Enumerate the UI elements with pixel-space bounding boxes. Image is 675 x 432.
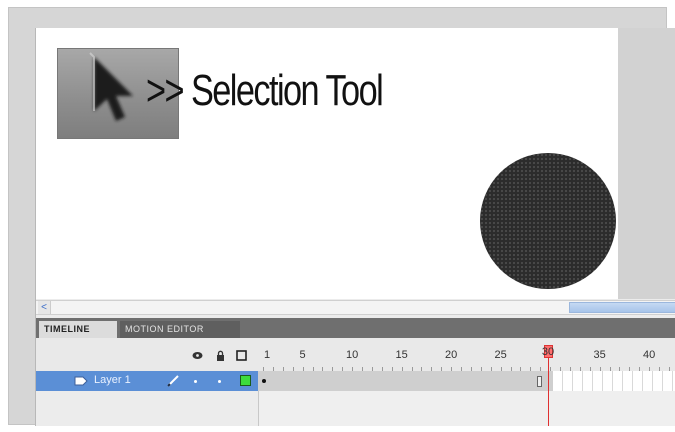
flash-workspace: >> Selection Tool < TIMELINE MOTION EDIT… [35, 28, 675, 426]
outline-icon[interactable] [236, 350, 247, 361]
lock-icon[interactable] [215, 350, 226, 361]
layer-name[interactable]: Layer 1 [94, 374, 131, 386]
ruler-label: 1 [263, 349, 271, 361]
horizontal-scrollbar[interactable]: < [36, 300, 675, 315]
ruler-label: 15 [395, 349, 408, 361]
scrollbar-thumb[interactable] [569, 302, 675, 313]
empty-frames[interactable] [553, 371, 675, 391]
frames-empty-area [258, 391, 675, 426]
tab-motion-editor[interactable]: MOTION EDITOR [120, 321, 240, 338]
playhead-line [548, 358, 549, 426]
stage[interactable]: >> Selection Tool [36, 28, 618, 299]
layer-frames[interactable] [258, 371, 675, 391]
ruler-label: 25 [494, 349, 507, 361]
keyframe-dot[interactable] [262, 379, 266, 383]
lock-dot[interactable] [218, 380, 221, 383]
panel-tabbar: TIMELINE MOTION EDITOR [36, 318, 675, 338]
ruler-label: 20 [444, 349, 458, 361]
scroll-left-icon[interactable]: < [38, 301, 51, 314]
tab-timeline[interactable]: TIMELINE [39, 321, 117, 338]
eye-icon[interactable] [192, 350, 203, 361]
visibility-dot[interactable] [194, 380, 197, 383]
circle-shape[interactable] [480, 153, 616, 289]
tool-title: >> Selection Tool [146, 66, 384, 115]
layer-icon [74, 376, 88, 386]
ruler-label: 40 [642, 349, 656, 361]
pasteboard [618, 28, 675, 299]
outline-color-swatch[interactable] [240, 375, 251, 386]
ruler-label: 10 [345, 349, 359, 361]
end-frame-marker[interactable] [537, 376, 542, 387]
ruler-label: 5 [299, 349, 306, 361]
current-frame-number: 30 [541, 346, 555, 358]
screenshot-frame: >> Selection Tool < TIMELINE MOTION EDIT… [8, 7, 675, 426]
pencil-icon [167, 375, 179, 387]
layer-row[interactable]: Layer 1 [36, 371, 258, 391]
frame-ruler[interactable]: 1 5 10 15 20 25 35 40 [258, 338, 675, 371]
ruler-label: 35 [593, 349, 606, 361]
